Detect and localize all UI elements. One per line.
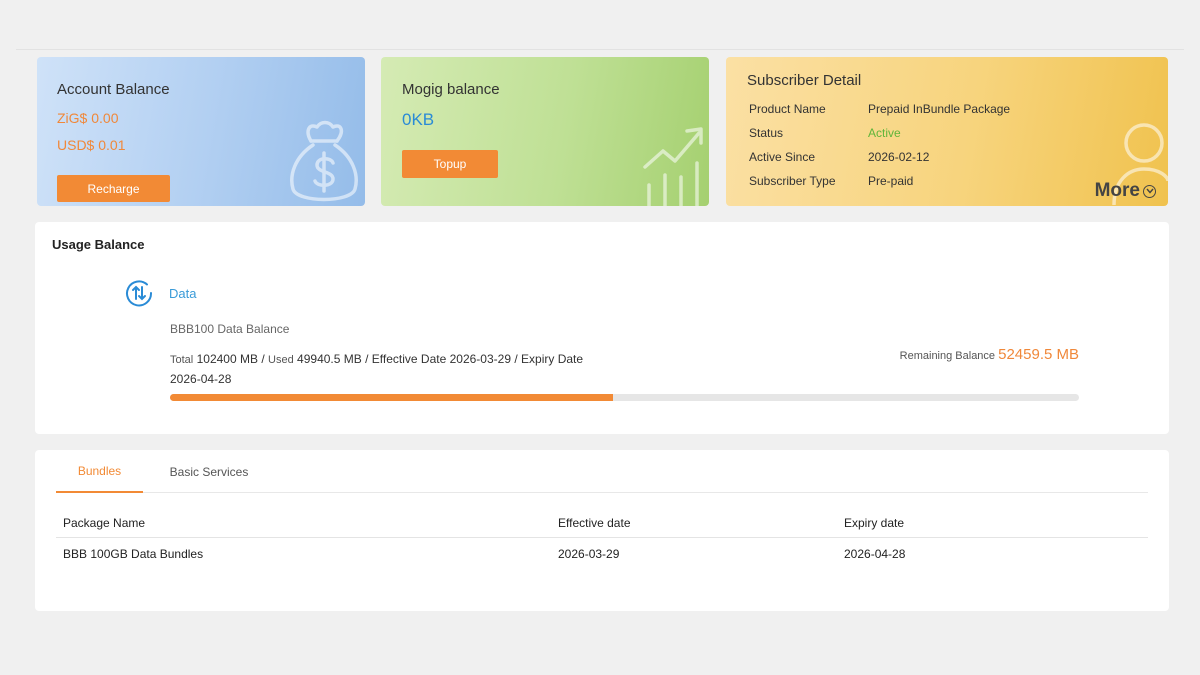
usage-balance-title: Usage Balance [52,237,145,252]
table-row: BBB 100GB Data Bundles 2026-03-29 2026-0… [56,538,1148,570]
usage-progress-fill [170,394,614,401]
header-effective-date: Effective date [558,515,631,530]
product-name-value: Prepaid InBundle Package [868,102,1011,116]
subscriber-row-product: Product Name Prepaid InBundle Package [747,97,1147,121]
subscriber-detail-title: Subscriber Detail [747,72,862,89]
money-bag-icon [287,119,361,206]
data-transfer-icon [125,279,153,312]
effective-date-text: Effective Date 2026-03-29 [371,352,511,366]
data-label: Data [169,286,197,301]
header-divider [16,49,1184,50]
subscriber-row-type: Subscriber Type Pre-paid [747,169,1147,193]
usage-progress-bar [170,394,1079,401]
remaining-balance-label: Remaining Balance [899,350,996,362]
usage-balance-panel: Usage Balance Data BBB100 Data Balance T… [35,222,1169,434]
recharge-button[interactable]: Recharge [57,175,170,202]
subscriber-detail-list: Product Name Prepaid InBundle Package St… [747,97,1147,193]
usage-details: Total 102400 MB / Used 49940.5 MB / Effe… [170,350,600,389]
growth-chart-icon [641,123,707,206]
status-value: Active [868,126,901,140]
cell-expiry-date: 2026-04-28 [844,547,906,561]
subscriber-type-label: Subscriber Type [749,174,836,188]
status-label: Status [749,126,784,140]
subscriber-row-active-since: Active Since 2026-02-12 [747,145,1147,169]
remaining-balance: Remaining Balance 52459.5 MB [900,346,1079,363]
remaining-balance-value: 52459.5 MB [998,346,1079,363]
more-button[interactable]: More [1095,180,1156,202]
bundle-balance-name: BBB100 Data Balance [170,322,290,336]
subscriber-type-value: Pre-paid [868,174,914,188]
separator: / [514,352,518,366]
total-label: Total [170,354,194,366]
tab-basic-services[interactable]: Basic Services [143,450,275,493]
header-expiry-date: Expiry date [844,515,905,530]
topup-button[interactable]: Topup [402,150,498,178]
mogig-balance-title: Mogig balance [402,81,500,98]
active-since-label: Active Since [749,150,816,164]
mogig-balance-card: Mogig balance 0KB Topup [381,57,709,206]
separator: / [261,352,265,366]
bundles-tabs: Bundles Basic Services [56,450,1148,493]
used-value: 49940.5 MB [297,352,362,366]
cell-effective-date: 2026-03-29 [558,547,620,561]
subscriber-row-status: Status Active [747,121,1147,145]
bundles-panel: Bundles Basic Services Package Name Effe… [35,450,1169,611]
tab-bundles[interactable]: Bundles [56,450,143,493]
chevron-down-icon [1143,184,1156,198]
bundles-table: Package Name Effective date Expiry date … [56,508,1148,570]
account-balance-title: Account Balance [57,81,170,98]
product-name-label: Product Name [749,102,826,116]
cell-package-name: BBB 100GB Data Bundles [63,547,204,561]
subscriber-detail-card: Subscriber Detail Product Name Prepaid I… [726,57,1168,206]
used-label: Used [268,354,294,366]
separator: / [365,352,369,366]
more-label: More [1094,180,1140,201]
table-header-row: Package Name Effective date Expiry date [56,508,1148,538]
account-balance-card: Account Balance ZiG$ 0.00 USD$ 0.01 Rech… [37,57,365,206]
active-since-value: 2026-02-12 [868,150,930,164]
total-value: 102400 MB [196,352,258,366]
header-package-name: Package Name [63,515,146,530]
